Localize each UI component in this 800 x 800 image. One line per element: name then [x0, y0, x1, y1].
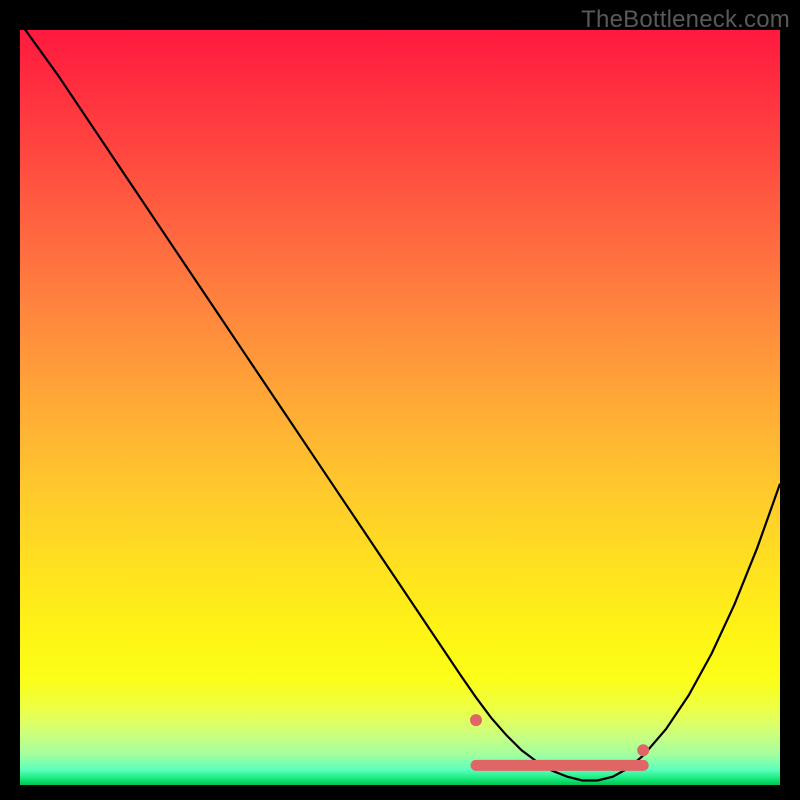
- optimal-zone-dot-right: [637, 744, 649, 756]
- bottleneck-curve: [20, 30, 780, 780]
- chart-container: TheBottleneck.com: [0, 0, 800, 800]
- plot-area: [20, 30, 780, 785]
- curve-svg: [20, 30, 780, 785]
- optimal-zone-dot-left: [470, 714, 482, 726]
